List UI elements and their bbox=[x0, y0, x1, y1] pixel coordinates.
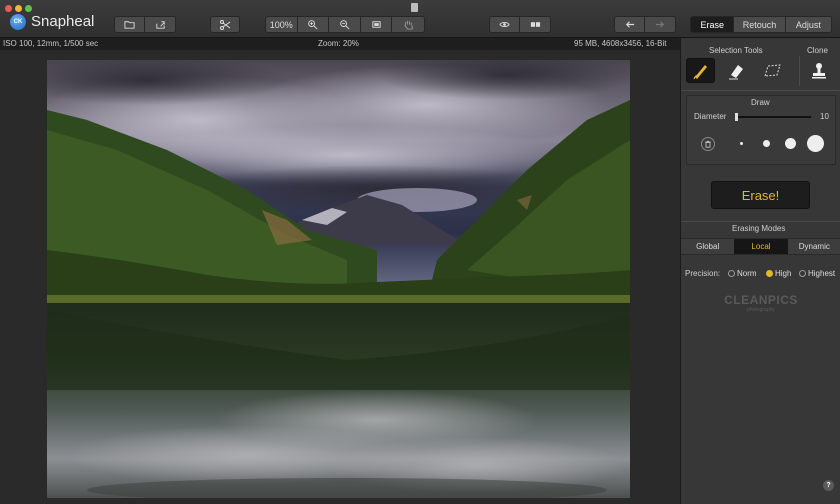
brush-size-l[interactable] bbox=[807, 135, 824, 152]
landscape-photo bbox=[47, 60, 630, 498]
brush-size-s[interactable] bbox=[763, 140, 770, 147]
precision-norm[interactable]: Norm bbox=[728, 269, 757, 278]
info-bar: ISO 100, 12mm, 1/500 sec Zoom: 20% 95 MB… bbox=[0, 38, 680, 50]
hand-tool-button[interactable] bbox=[392, 17, 424, 32]
zoom-in-button[interactable] bbox=[297, 17, 330, 32]
precision-high[interactable]: High bbox=[766, 269, 791, 278]
zoom-out-button[interactable] bbox=[329, 17, 361, 32]
file-button-group bbox=[114, 16, 176, 33]
erase-panel: Selection Tools Clone Draw Diameter 10 E… bbox=[680, 38, 840, 504]
erase-button[interactable]: Erase! bbox=[711, 181, 810, 209]
zoom-button-group: 100% bbox=[265, 16, 425, 33]
clone-title: Clone bbox=[807, 46, 828, 55]
open-button[interactable] bbox=[115, 17, 146, 32]
exif-info: ISO 100, 12mm, 1/500 sec bbox=[3, 39, 99, 48]
lasso-icon bbox=[763, 63, 781, 77]
app-title: Snapheal bbox=[31, 13, 95, 30]
document-icon bbox=[411, 3, 418, 12]
fit-icon bbox=[372, 21, 381, 28]
radio-icon bbox=[799, 270, 806, 277]
precision-highest-label: Highest bbox=[808, 269, 836, 278]
erasing-modes-title: Erasing Modes bbox=[732, 224, 786, 233]
image-canvas[interactable] bbox=[0, 50, 680, 504]
zoom-out-icon bbox=[340, 20, 350, 30]
window-maximize-button[interactable] bbox=[25, 5, 32, 12]
undo-button[interactable] bbox=[615, 17, 646, 32]
diameter-value: 10 bbox=[820, 112, 829, 121]
redo-button[interactable] bbox=[645, 17, 675, 32]
cleanpics-watermark: CLEANPICS photography bbox=[721, 293, 801, 313]
precision-norm-label: Norm bbox=[737, 269, 757, 278]
radio-icon bbox=[766, 270, 773, 277]
view-button-group bbox=[489, 16, 551, 33]
section-divider bbox=[681, 90, 840, 91]
diameter-slider-track[interactable] bbox=[736, 116, 811, 118]
brush-size-m[interactable] bbox=[785, 138, 796, 149]
scissors-icon bbox=[220, 19, 231, 30]
tab-adjust[interactable]: Adjust bbox=[785, 17, 831, 32]
draw-title: Draw bbox=[751, 98, 770, 107]
tools-divider bbox=[799, 56, 800, 86]
eye-icon bbox=[499, 21, 510, 28]
window-close-button[interactable] bbox=[5, 5, 12, 12]
diameter-label: Diameter bbox=[694, 112, 727, 121]
undo-icon bbox=[625, 21, 635, 28]
radio-icon bbox=[728, 270, 735, 277]
window-minimize-button[interactable] bbox=[15, 5, 22, 12]
share-icon bbox=[155, 21, 165, 29]
compare-button[interactable] bbox=[520, 17, 550, 32]
brush-icon bbox=[692, 64, 707, 79]
clear-selection-button[interactable] bbox=[701, 137, 715, 151]
mode-dynamic[interactable]: Dynamic bbox=[787, 238, 840, 255]
eraser-tool[interactable] bbox=[721, 58, 750, 83]
file-info: 95 MB, 4608x3456, 16-Bit bbox=[574, 39, 667, 48]
mode-global[interactable]: Global bbox=[681, 238, 735, 255]
watermark-line1: CLEANPICS bbox=[724, 293, 798, 307]
compare-icon bbox=[530, 22, 540, 27]
watermark-line2: photography bbox=[747, 307, 775, 313]
precision-label: Precision: bbox=[685, 269, 721, 278]
history-button-group bbox=[614, 16, 676, 33]
fit-screen-button[interactable] bbox=[360, 17, 393, 32]
diameter-slider-thumb[interactable] bbox=[735, 113, 738, 121]
photo[interactable] bbox=[47, 60, 630, 498]
precision-high-label: High bbox=[775, 269, 792, 278]
hand-icon bbox=[403, 20, 413, 30]
mode-local[interactable]: Local bbox=[734, 238, 788, 255]
zoom-in-icon bbox=[308, 20, 318, 30]
redo-icon bbox=[655, 21, 664, 28]
eraser-icon bbox=[728, 64, 743, 79]
clone-stamp-tool[interactable] bbox=[804, 58, 833, 83]
brush-size-xs[interactable] bbox=[740, 142, 743, 145]
lasso-tool[interactable] bbox=[757, 58, 786, 83]
title-toolbar: CK Snapheal 100% Erase Retouch Adjust bbox=[0, 0, 840, 38]
folder-icon bbox=[124, 21, 135, 29]
panel-tabs: Erase Retouch Adjust bbox=[690, 16, 832, 33]
tab-erase[interactable]: Erase bbox=[691, 17, 735, 32]
brush-tool[interactable] bbox=[686, 58, 715, 83]
section-divider bbox=[681, 221, 840, 222]
preview-button[interactable] bbox=[490, 17, 521, 32]
share-button[interactable] bbox=[145, 17, 175, 32]
tab-retouch[interactable]: Retouch bbox=[734, 17, 786, 32]
app-logo-icon: CK bbox=[10, 14, 26, 30]
crop-button[interactable] bbox=[210, 16, 240, 33]
selection-tools-title: Selection Tools bbox=[709, 46, 763, 55]
zoom-100-button[interactable]: 100% bbox=[266, 17, 298, 32]
stamp-icon bbox=[811, 62, 826, 78]
help-button[interactable]: ? bbox=[823, 480, 834, 491]
precision-highest[interactable]: Highest bbox=[799, 269, 835, 278]
erasing-modes: Global Local Dynamic bbox=[681, 238, 840, 255]
zoom-readout: Zoom: 20% bbox=[318, 39, 359, 48]
trash-icon bbox=[705, 140, 711, 148]
